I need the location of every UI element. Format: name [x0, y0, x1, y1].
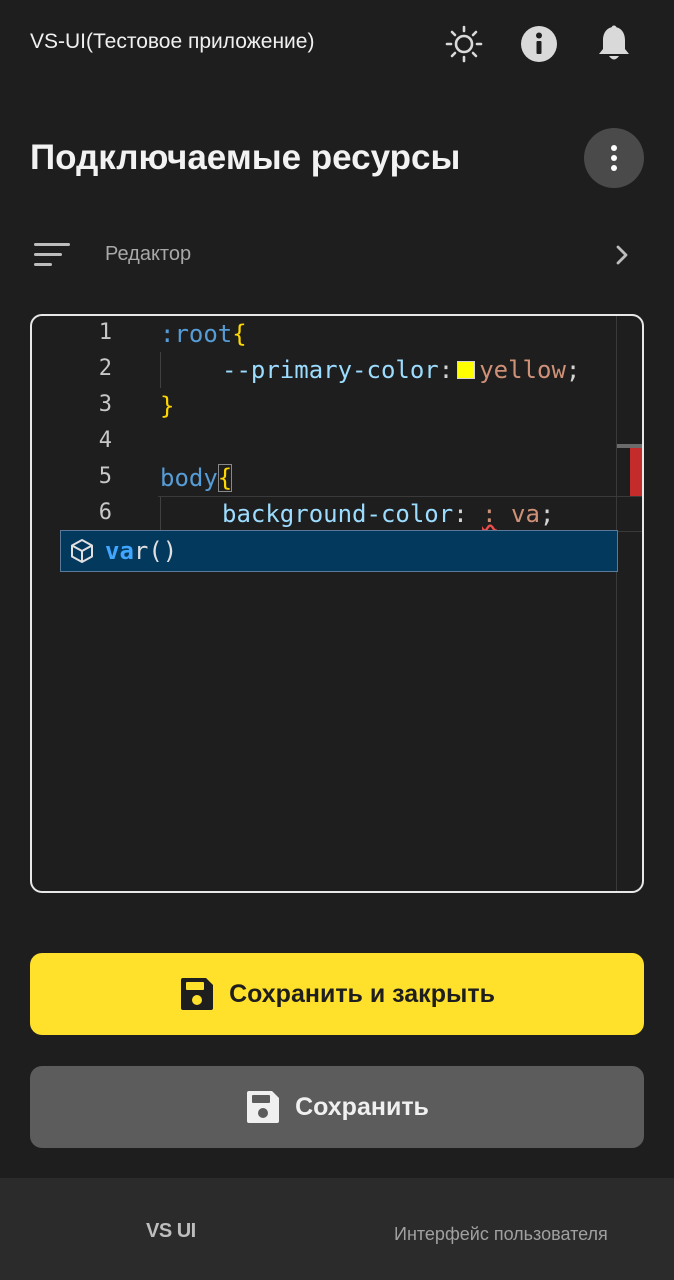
info-icon[interactable]: [519, 24, 559, 64]
save-label: Сохранить: [295, 1092, 429, 1121]
code-text: background-color: : va;: [222, 500, 555, 528]
line-number: 4: [98, 428, 112, 453]
save-button[interactable]: Сохранить: [30, 1066, 644, 1148]
code-line[interactable]: 1 :root{: [32, 316, 642, 352]
footer: VS UI Интерфейс пользователя: [0, 1178, 674, 1280]
code-editor[interactable]: 1 :root{ 2 --primary-color: yellow; 3 } 4…: [30, 314, 644, 893]
code-text: body{: [160, 464, 233, 492]
line-number: 6: [98, 500, 112, 525]
line-number: 2: [98, 356, 112, 381]
code-line[interactable]: 3 }: [32, 388, 642, 424]
more-options-button[interactable]: [584, 128, 644, 188]
color-swatch[interactable]: [457, 361, 476, 379]
floppy-disk-icon: [181, 978, 214, 1010]
code-text: --primary-color: yellow;: [222, 356, 581, 384]
suggestion-label: var(): [105, 537, 178, 565]
footer-logo[interactable]: VS UI: [146, 1220, 196, 1243]
more-vertical-icon: [611, 145, 617, 171]
page-title: Подключаемые ресурсы: [30, 138, 461, 177]
code-text: :root{: [160, 320, 247, 348]
chevron-right-icon: [616, 245, 628, 265]
save-and-close-button[interactable]: Сохранить и закрыть: [30, 953, 644, 1035]
page-header: Подключаемые ресурсы: [0, 120, 674, 200]
autocomplete-suggestion[interactable]: var(): [60, 530, 618, 572]
code-line[interactable]: 5 body{: [32, 460, 642, 496]
code-line[interactable]: 2 --primary-color: yellow;: [32, 352, 642, 388]
footer-text: Интерфейс пользователя: [394, 1224, 608, 1244]
line-number: 1: [98, 320, 112, 345]
line-number: 5: [98, 464, 112, 489]
sun-icon[interactable]: [444, 24, 484, 64]
app-title: VS-UI(Тестовое приложение): [30, 30, 315, 53]
line-number: 3: [98, 392, 112, 417]
breadcrumb-label: Редактор: [105, 243, 192, 265]
menu-lines-icon: [34, 243, 70, 266]
cube-icon: [71, 539, 93, 563]
save-and-close-label: Сохранить и закрыть: [229, 979, 495, 1008]
breadcrumb[interactable]: Редактор: [0, 225, 674, 285]
error-marker: [630, 448, 642, 496]
code-text: }: [160, 392, 175, 420]
floppy-disk-icon: [247, 1091, 280, 1123]
code-line[interactable]: 4: [32, 424, 642, 460]
editor-scrollbar[interactable]: [616, 316, 642, 891]
bell-icon[interactable]: [594, 24, 634, 64]
code-line[interactable]: 6 background-color: : va;: [32, 496, 642, 532]
top-bar: VS-UI(Тестовое приложение): [0, 0, 674, 90]
